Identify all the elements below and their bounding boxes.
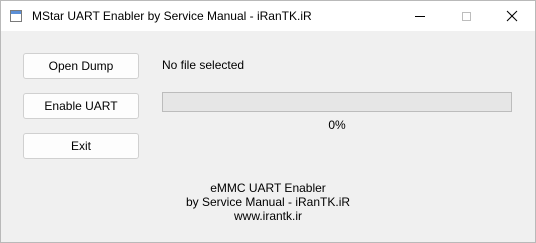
close-button[interactable] (489, 1, 535, 31)
minimize-icon (415, 15, 425, 17)
progress-percent-label: 0% (328, 118, 346, 132)
open-dump-button[interactable]: Open Dump (23, 53, 139, 79)
maximize-icon (461, 11, 471, 21)
app-icon (10, 10, 22, 22)
window-title: MStar UART Enabler by Service Manual - i… (32, 9, 312, 23)
minimize-button[interactable] (397, 1, 443, 31)
close-icon (506, 10, 518, 22)
file-status-label: No file selected (162, 58, 245, 72)
enable-uart-button[interactable]: Enable UART (23, 93, 139, 119)
progress-bar (162, 92, 512, 112)
credits: eMMC UART Enabler by Service Manual - iR… (1, 181, 535, 223)
credits-line-2: by Service Manual - iRanTK.iR (185, 195, 351, 209)
credits-line-1: eMMC UART Enabler (210, 181, 326, 195)
client-area: Open Dump Enable UART Exit No file selec… (1, 32, 535, 242)
credits-link[interactable]: www.irantk.ir (1, 209, 535, 223)
maximize-button[interactable] (443, 1, 489, 31)
app-window: MStar UART Enabler by Service Manual - i… (0, 0, 536, 243)
title-bar[interactable]: MStar UART Enabler by Service Manual - i… (1, 1, 535, 31)
exit-button[interactable]: Exit (23, 133, 139, 159)
